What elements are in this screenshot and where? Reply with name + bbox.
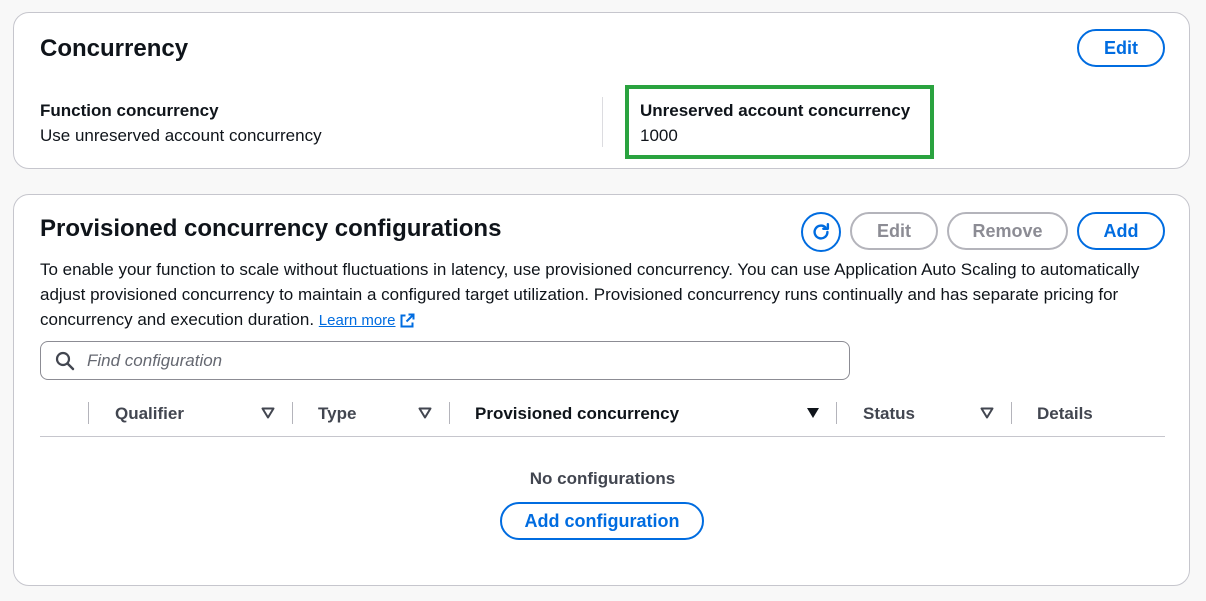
learn-more-link[interactable]: Learn more	[319, 308, 415, 333]
column-provisioned-concurrency[interactable]: Provisioned concurrency	[475, 404, 679, 424]
provisioned-concurrency-panel: Provisioned concurrency configurations E…	[13, 194, 1190, 586]
sort-caret-icon[interactable]	[980, 407, 994, 419]
column-type[interactable]: Type	[318, 404, 356, 424]
external-link-icon	[400, 313, 415, 327]
column-divider	[602, 97, 603, 147]
provisioned-description: To enable your function to scale without…	[40, 257, 1150, 333]
concurrency-title: Concurrency	[40, 35, 189, 62]
column-separator	[292, 402, 293, 424]
column-separator	[449, 402, 450, 424]
column-status[interactable]: Status	[863, 404, 915, 424]
empty-state-text: No configurations	[529, 469, 676, 488]
concurrency-edit-button[interactable]: Edit	[1077, 29, 1165, 67]
config-add-button[interactable]: Add	[1077, 212, 1165, 250]
sort-caret-icon[interactable]	[418, 407, 432, 419]
refresh-icon	[813, 223, 830, 240]
column-separator	[88, 402, 89, 424]
column-qualifier[interactable]: Qualifier	[115, 404, 184, 424]
sort-caret-filled-icon[interactable]	[806, 407, 820, 419]
description-text: To enable your function to scale without…	[40, 260, 1140, 329]
unreserved-concurrency-label: Unreserved account concurrency	[640, 101, 911, 120]
refresh-button[interactable]	[801, 212, 841, 252]
sort-caret-icon[interactable]	[261, 407, 275, 419]
column-details: Details	[1037, 404, 1093, 423]
search-icon	[55, 351, 75, 370]
config-edit-button[interactable]: Edit	[850, 212, 938, 250]
learn-more-label: Learn more	[318, 312, 396, 329]
config-remove-button[interactable]: Remove	[947, 212, 1068, 250]
search-input[interactable]	[85, 349, 785, 372]
provisioned-title: Provisioned concurrency configurations	[40, 215, 502, 242]
function-concurrency-value: Use unreserved account concurrency	[40, 126, 322, 145]
table-header: Qualifier Type Provisioned concurrency S…	[40, 397, 1165, 437]
column-separator	[836, 402, 837, 424]
search-box[interactable]	[40, 341, 850, 380]
highlight-box	[625, 85, 934, 159]
function-concurrency-label: Function concurrency	[40, 101, 219, 120]
concurrency-panel: Concurrency Edit Function concurrency Us…	[13, 12, 1190, 169]
column-separator	[1011, 402, 1012, 424]
add-configuration-button[interactable]: Add configuration	[500, 502, 704, 540]
unreserved-concurrency-value: 1000	[640, 126, 678, 145]
